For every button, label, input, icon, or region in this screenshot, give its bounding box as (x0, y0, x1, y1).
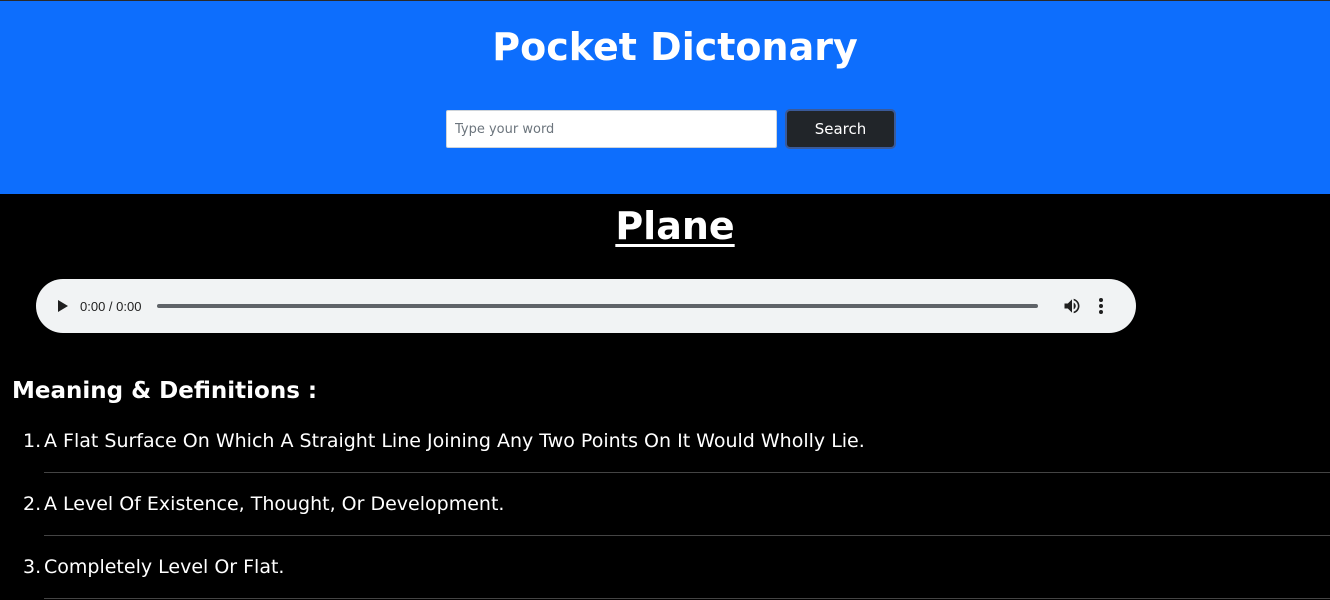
definition-number: 3. (23, 556, 42, 578)
search-form: Search (446, 109, 896, 149)
audio-progress-bar[interactable] (157, 304, 1039, 308)
definition-number: 1. (23, 430, 42, 452)
divider (44, 598, 1330, 599)
search-button[interactable]: Search (785, 109, 896, 149)
definitions-list: 1. A Flat Surface On Which A Straight Li… (0, 410, 1330, 599)
word-title: Plane (615, 204, 735, 248)
more-options-icon[interactable] (1094, 296, 1108, 316)
meanings-heading: Meaning & Definitions : (12, 378, 318, 404)
definition-number: 2. (23, 493, 42, 515)
definition-text: A Level Of Existence, Thought, Or Develo… (44, 493, 505, 515)
definition-text: A Flat Surface On Which A Straight Line … (44, 430, 865, 452)
header: Pocket Dictonary Search (0, 0, 1330, 194)
app-title: Pocket Dictonary (492, 25, 858, 69)
definition-text: Completely Level Or Flat. (44, 556, 285, 578)
volume-icon[interactable] (1062, 296, 1082, 316)
audio-time: 0:00 / 0:00 (80, 298, 142, 314)
definition-item: 2. A Level Of Existence, Thought, Or Dev… (0, 473, 1330, 536)
definition-item: 1. A Flat Surface On Which A Straight Li… (0, 410, 1330, 473)
search-input[interactable] (446, 110, 777, 148)
definition-item: 3. Completely Level Or Flat. (0, 536, 1330, 599)
audio-player[interactable]: 0:00 / 0:00 (36, 279, 1136, 333)
play-icon[interactable] (58, 300, 68, 312)
